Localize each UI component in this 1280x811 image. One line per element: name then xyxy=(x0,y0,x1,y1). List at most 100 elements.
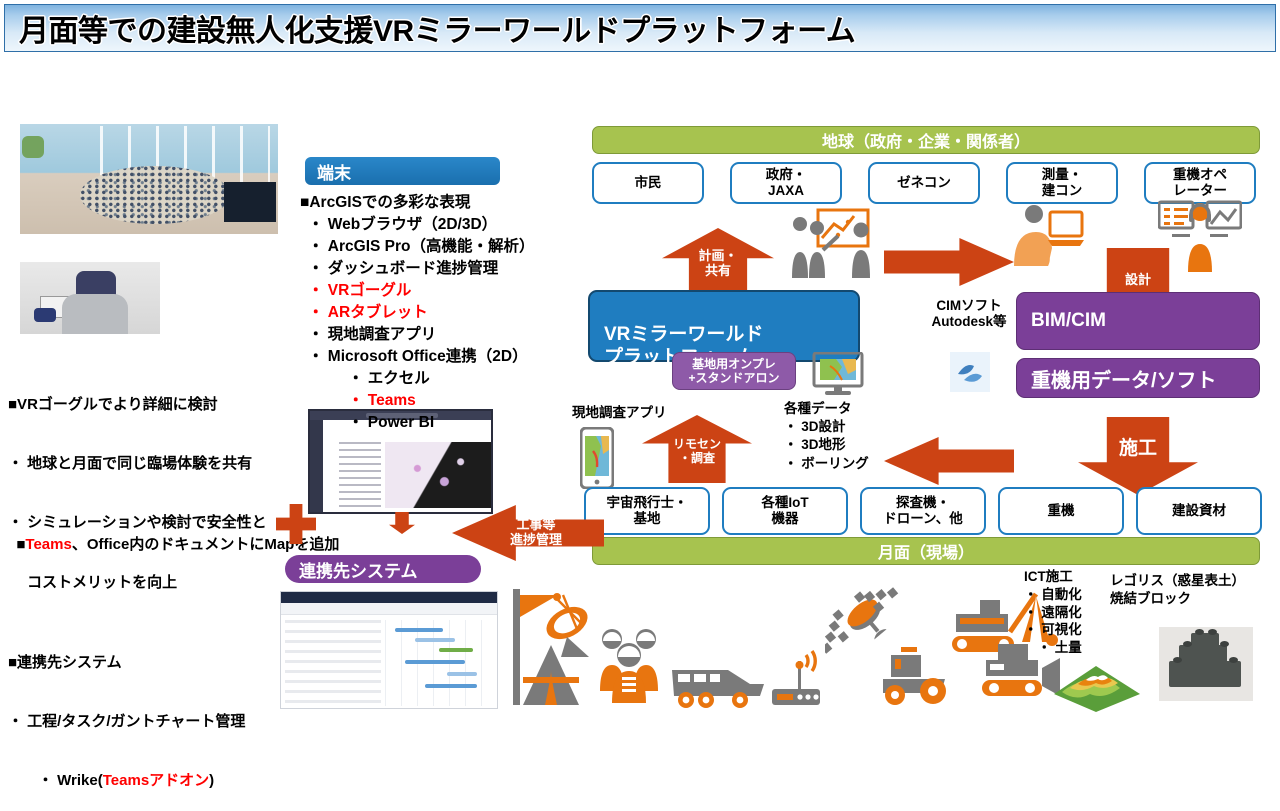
earth-banner-label: 地球（政府・企業・関係者） xyxy=(821,134,1030,151)
photo-decor-app-titlebar xyxy=(281,592,497,603)
photo-vr-mirror-world-room xyxy=(20,124,278,234)
heavy-machine-data-label: 重機用データ/ソフト xyxy=(1031,369,1217,392)
mobile-field-app-icon xyxy=(580,427,614,489)
bim-cim-label: BIM/CIM xyxy=(1031,310,1106,331)
terminal-panel-header: 端末 xyxy=(305,157,500,185)
photo-decor-app-toolbar xyxy=(281,603,497,615)
photo-decor-sofa xyxy=(22,136,44,158)
vr-goggle-note-line: ・ 地球と月面で同じ臨場体験を共有 xyxy=(8,454,253,472)
terminal-feature-list: ■ArcGISでの多彩な表現 ・ Webブラウザ（2D/3D） ・ ArcGIS… xyxy=(300,190,580,432)
designer-at-desk-icon xyxy=(1008,204,1088,276)
photo-decor-left-rail xyxy=(310,420,323,512)
earth-actor-box: 測量・ 建コン xyxy=(1006,162,1118,204)
moon-actor-label: 各種IoT 機器 xyxy=(761,495,809,526)
terminal-list-subitem: ・ Teams xyxy=(348,392,416,409)
terminal-list-item: ・ Webブラウザ（2D/3D） xyxy=(308,216,498,233)
construction-arrow: 施工 xyxy=(1078,417,1198,495)
moon-actor-box: 探査機・ ドローン、他 xyxy=(860,487,986,535)
vr-goggle-note-heading: ■VRゴーグルでより詳細に検討 xyxy=(8,395,218,413)
linked-system-note-line2-prefix: ・ Wrike( xyxy=(8,772,103,790)
photo-decor-controller xyxy=(34,308,56,322)
teams-office-note: ■Teams、Office内のドキュメントにMapを追加 xyxy=(8,515,408,555)
lunar-rover-icon xyxy=(670,660,766,710)
ict-construction-label: ICT施工 ・ 自動化 ・ 遠隔化 ・ 可視化 ・ 土量 xyxy=(1024,569,1082,656)
regolith-block-label: レゴリス（惑星表土） 焼結ブロック xyxy=(1110,573,1245,606)
photo-decor-person-body xyxy=(62,294,128,334)
onpremise-chip-label: 基地用オンプレ +スタンドアロン xyxy=(688,356,780,385)
moon-banner: 月面（現場） xyxy=(592,537,1260,565)
linked-system-note-line2-red: Teamsアドオン xyxy=(102,772,210,790)
road-roller-icon xyxy=(873,645,961,707)
terminal-list-item: ・ ArcGIS Pro（高機能・解析） xyxy=(308,238,535,255)
astronaut-crew-icon xyxy=(598,625,660,703)
vr-goggle-note: ■VRゴーグルでより詳細に検討 ・ 地球と月面で同じ臨場体験を共有 ・ シミュレ… xyxy=(8,355,308,612)
photo-regolith-sintered-block xyxy=(1159,627,1253,701)
photo-decor-gantt-grid xyxy=(385,620,493,706)
terminal-list-item: ・ 現地調査アプリ xyxy=(308,326,437,343)
desktop-map-icon xyxy=(812,352,864,396)
operator-workstation-icon xyxy=(1158,200,1242,276)
earth-actor-box: 政府・ JAXA xyxy=(730,162,842,204)
moon-actor-box: 建設資材 xyxy=(1136,487,1262,535)
photo-vr-goggle-user xyxy=(20,262,160,334)
terminal-list-heading: ■ArcGISでの多彩な表現 xyxy=(300,194,471,211)
terminal-list-item: ・ ARタブレット xyxy=(308,304,428,321)
iot-gateway-antenna-icon xyxy=(770,645,828,709)
terminal-list-subitem: ・ エクセル xyxy=(348,370,430,387)
moon-actor-label: 建設資材 xyxy=(1172,503,1226,519)
earth-actor-label: 政府・ JAXA xyxy=(765,167,807,198)
linked-system-note-heading: ■連携先システム xyxy=(8,653,122,671)
photo-decor-canvas: 3,985 24 96 xyxy=(323,420,491,512)
moon-actor-label: 重機 xyxy=(1047,503,1075,519)
photo-decor-city-model xyxy=(80,166,230,224)
terminal-list-item: ・ VRゴーグル xyxy=(308,282,412,299)
stakeholders-meeting-icon xyxy=(790,208,882,280)
teams-office-note-red: Teams xyxy=(25,535,72,553)
satellite-icon xyxy=(825,578,905,654)
bim-cim-box: BIM/CIM xyxy=(1016,292,1260,350)
moon-base-tent-icon xyxy=(505,585,595,705)
slide-title-bar: 月面等での建設無人化支援VRミラーワールドプラットフォーム xyxy=(4,4,1276,52)
terminal-list-item: ・ Microsoft Office連携（2D） xyxy=(308,348,528,365)
linked-system-note-line2: ・ Wrike(Teamsアドオン) xyxy=(8,771,308,791)
earth-actor-label: ゼネコン xyxy=(897,175,951,191)
linked-system-chip: 連携先システム xyxy=(285,555,481,583)
heavy-machine-data-box: 重機用データ/ソフト xyxy=(1016,358,1260,398)
photo-decor-kpi-1: 3,985 xyxy=(341,512,373,514)
earth-actor-box: ゼネコン xyxy=(868,162,980,204)
autodesk-software-icon xyxy=(950,352,990,392)
field-survey-app-label: 現地調査アプリ xyxy=(572,405,667,420)
earth-actor-label: 測量・ 建コン xyxy=(1041,167,1083,198)
terminal-panel-header-label: 端末 xyxy=(317,163,351,183)
moon-actor-box: 各種IoT 機器 xyxy=(722,487,848,535)
linked-system-note: ■連携先システム ・ 工程/タスク/ガントチャート管理 ・ Wrike(Team… xyxy=(8,613,308,811)
photo-decor-vr-panel xyxy=(224,182,276,222)
terminal-list-subitem: ・ Power BI xyxy=(348,414,435,431)
earth-actor-box: 市民 xyxy=(592,162,704,204)
photo-decor-map xyxy=(385,442,491,508)
data-types-label: 各種データ ・ 3D設計 ・ 3D地形 ・ ボーリング xyxy=(784,401,869,471)
remote-sensing-arrow-label: リモセン ・調査 xyxy=(672,437,721,465)
moon-to-platform-arrow xyxy=(884,437,1014,485)
linked-system-chip-label: 連携先システム xyxy=(299,561,418,581)
page-title: 月面等での建設無人化支援VRミラーワールドプラットフォーム xyxy=(19,15,856,48)
photo-decor-kpi-3: 96 xyxy=(449,512,481,514)
moon-actor-label: 宇宙飛行士・ 基地 xyxy=(606,495,688,526)
photo-decor-side-list xyxy=(339,442,381,508)
earth-actor-label: 市民 xyxy=(634,175,662,191)
cim-software-label: CIMソフト Autodesk等 xyxy=(931,298,1007,330)
moon-actor-label: 探査機・ ドローン、他 xyxy=(883,495,963,526)
earth-actor-label: 重機オペ レーター xyxy=(1173,167,1227,198)
earth-actor-box: 重機オペ レーター xyxy=(1144,162,1256,204)
construction-arrow-label: 施工 xyxy=(1118,438,1157,460)
moon-actor-box: 重機 xyxy=(998,487,1124,535)
remote-sensing-arrow: リモセン ・調査 xyxy=(642,415,752,483)
linked-system-note-line1: ・ 工程/タスク/ガントチャート管理 xyxy=(8,712,246,730)
moon-banner-label: 月面（現場） xyxy=(877,545,974,562)
terminal-list-item: ・ ダッシュボード進捗管理 xyxy=(308,260,499,277)
design-arrow-label: 設計 xyxy=(1124,271,1151,287)
plan-share-arrow-label: 計画・ 共有 xyxy=(698,248,738,278)
earth-banner: 地球（政府・企業・関係者） xyxy=(592,126,1260,154)
terrain-surface-model-icon xyxy=(1050,660,1144,714)
progress-management-arrow-label: 工事等 進捗管理 xyxy=(509,517,562,547)
